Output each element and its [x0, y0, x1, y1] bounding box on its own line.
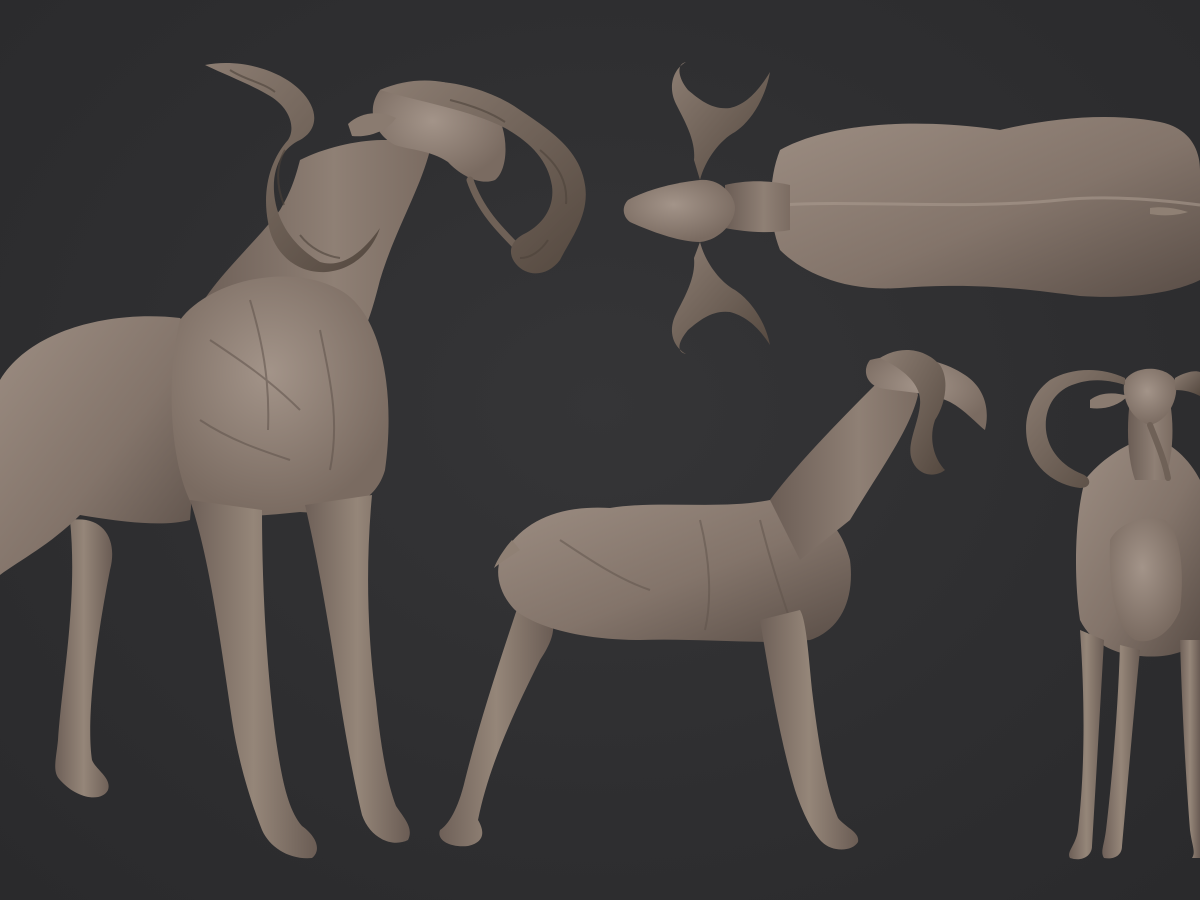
side-front-leg — [760, 610, 859, 850]
sculpt-viewport — [0, 0, 1200, 900]
front-view-leg-center — [1102, 645, 1140, 859]
hind-leg-back — [55, 519, 113, 798]
sculpt-scene — [0, 62, 1200, 860]
front-ear — [1090, 393, 1128, 409]
top-horn-upper — [671, 62, 770, 180]
front-view-leg-left — [1069, 630, 1104, 860]
creature-side-view — [439, 349, 987, 850]
front-horn-right — [1175, 371, 1200, 396]
top-head — [623, 179, 735, 242]
top-body — [771, 116, 1200, 297]
side-hind-leg — [439, 600, 554, 847]
chest — [171, 276, 389, 517]
creature-top-view — [623, 62, 1200, 354]
front-leg-left — [190, 500, 317, 859]
front-chest — [1109, 518, 1182, 642]
side-neck — [770, 375, 918, 560]
front-leg-right — [305, 495, 410, 843]
front-view-leg-right — [1180, 640, 1200, 858]
top-horn-lower — [671, 242, 770, 354]
muzzle-tendril — [466, 176, 522, 252]
creature-front-view — [1026, 368, 1200, 860]
